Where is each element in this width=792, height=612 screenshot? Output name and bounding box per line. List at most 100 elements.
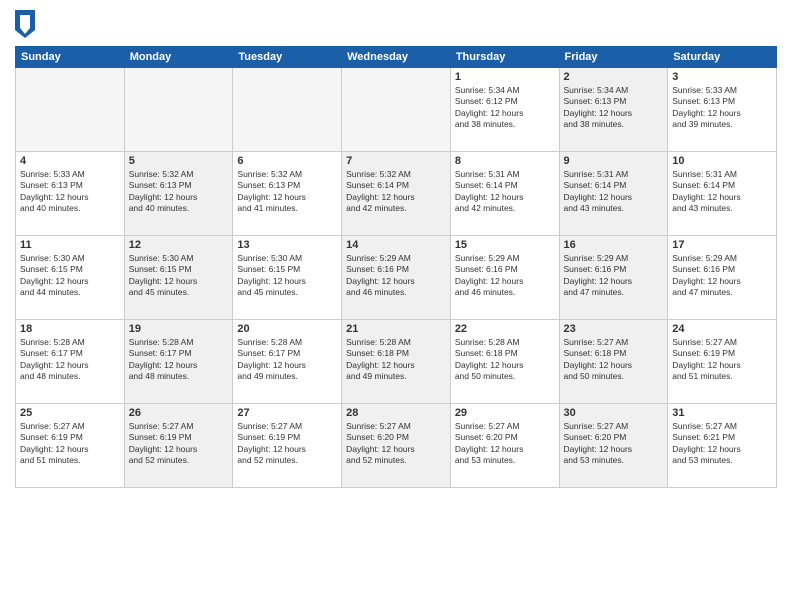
calendar-cell: 10 Sunrise: 5:31 AM Sunset: 6:14 PM Dayli…: [668, 152, 777, 236]
calendar-cell: 16 Sunrise: 5:29 AM Sunset: 6:16 PM Dayli…: [559, 236, 668, 320]
day-number: 10: [672, 155, 772, 167]
day-info: Sunrise: 5:34 AM Sunset: 6:12 PM Dayligh…: [455, 85, 555, 131]
day-number: 2: [564, 71, 664, 83]
week-row-3: 18 Sunrise: 5:28 AM Sunset: 6:17 PM Dayli…: [16, 320, 777, 404]
calendar-cell: 8 Sunrise: 5:31 AM Sunset: 6:14 PM Daylig…: [450, 152, 559, 236]
day-info: Sunrise: 5:29 AM Sunset: 6:16 PM Dayligh…: [672, 253, 772, 299]
calendar-cell: 1 Sunrise: 5:34 AM Sunset: 6:12 PM Daylig…: [450, 68, 559, 152]
day-number: 3: [672, 71, 772, 83]
calendar-cell: 22 Sunrise: 5:28 AM Sunset: 6:18 PM Dayli…: [450, 320, 559, 404]
day-info: Sunrise: 5:30 AM Sunset: 6:15 PM Dayligh…: [129, 253, 229, 299]
day-info: Sunrise: 5:31 AM Sunset: 6:14 PM Dayligh…: [455, 169, 555, 215]
calendar-cell: 30 Sunrise: 5:27 AM Sunset: 6:20 PM Dayli…: [559, 404, 668, 488]
header: [15, 10, 777, 38]
day-number: 15: [455, 239, 555, 251]
calendar-cell: 4Sunrise: 5:33 AM Sunset: 6:13 PM Daylig…: [16, 152, 125, 236]
page: SundayMondayTuesdayWednesdayThursdayFrid…: [0, 0, 792, 612]
day-number: 29: [455, 407, 555, 419]
day-number: 23: [564, 323, 664, 335]
week-row-4: 25Sunrise: 5:27 AM Sunset: 6:19 PM Dayli…: [16, 404, 777, 488]
day-number: 20: [237, 323, 337, 335]
day-number: 13: [237, 239, 337, 251]
calendar-cell: 7 Sunrise: 5:32 AM Sunset: 6:14 PM Daylig…: [342, 152, 451, 236]
day-number: 27: [237, 407, 337, 419]
calendar-cell: 5 Sunrise: 5:32 AM Sunset: 6:13 PM Daylig…: [124, 152, 233, 236]
calendar-cell: 17 Sunrise: 5:29 AM Sunset: 6:16 PM Dayli…: [668, 236, 777, 320]
day-number: 14: [346, 239, 446, 251]
calendar-cell: 27 Sunrise: 5:27 AM Sunset: 6:19 PM Dayli…: [233, 404, 342, 488]
week-row-2: 11 Sunrise: 5:30 AM Sunset: 6:15 PM Dayli…: [16, 236, 777, 320]
day-number: 1: [455, 71, 555, 83]
calendar-cell: 20 Sunrise: 5:28 AM Sunset: 6:17 PM Dayli…: [233, 320, 342, 404]
day-info: Sunrise: 5:27 AM Sunset: 6:19 PM Dayligh…: [129, 421, 229, 467]
day-info: Sunrise: 5:28 AM Sunset: 6:17 PM Dayligh…: [20, 337, 120, 383]
calendar-cell: 29 Sunrise: 5:27 AM Sunset: 6:20 PM Dayli…: [450, 404, 559, 488]
calendar-cell: 26 Sunrise: 5:27 AM Sunset: 6:19 PM Dayli…: [124, 404, 233, 488]
calendar-cell: 24 Sunrise: 5:27 AM Sunset: 6:19 PM Dayli…: [668, 320, 777, 404]
day-info: Sunrise: 5:27 AM Sunset: 6:20 PM Dayligh…: [564, 421, 664, 467]
day-info: Sunrise: 5:27 AM Sunset: 6:21 PM Dayligh…: [672, 421, 772, 467]
day-info: Sunrise: 5:28 AM Sunset: 6:18 PM Dayligh…: [455, 337, 555, 383]
day-number: 26: [129, 407, 229, 419]
day-number: 28: [346, 407, 446, 419]
day-info: Sunrise: 5:32 AM Sunset: 6:13 PM Dayligh…: [129, 169, 229, 215]
calendar-cell: 23 Sunrise: 5:27 AM Sunset: 6:18 PM Dayli…: [559, 320, 668, 404]
calendar-cell: [16, 68, 125, 152]
day-number: 12: [129, 239, 229, 251]
calendar-cell: 25Sunrise: 5:27 AM Sunset: 6:19 PM Dayli…: [16, 404, 125, 488]
calendar-cell: [342, 68, 451, 152]
calendar-cell: 9Sunrise: 5:31 AM Sunset: 6:14 PM Daylig…: [559, 152, 668, 236]
weekday-header-tuesday: Tuesday: [233, 47, 342, 68]
calendar-cell: 28Sunrise: 5:27 AM Sunset: 6:20 PM Dayli…: [342, 404, 451, 488]
day-info: Sunrise: 5:31 AM Sunset: 6:14 PM Dayligh…: [672, 169, 772, 215]
day-number: 30: [564, 407, 664, 419]
day-info: Sunrise: 5:30 AM Sunset: 6:15 PM Dayligh…: [20, 253, 120, 299]
weekday-header-saturday: Saturday: [668, 47, 777, 68]
day-info: Sunrise: 5:27 AM Sunset: 6:18 PM Dayligh…: [564, 337, 664, 383]
week-row-0: 1 Sunrise: 5:34 AM Sunset: 6:12 PM Daylig…: [16, 68, 777, 152]
calendar: SundayMondayTuesdayWednesdayThursdayFrid…: [15, 46, 777, 488]
calendar-cell: [233, 68, 342, 152]
week-row-1: 4Sunrise: 5:33 AM Sunset: 6:13 PM Daylig…: [16, 152, 777, 236]
day-info: Sunrise: 5:29 AM Sunset: 6:16 PM Dayligh…: [564, 253, 664, 299]
day-number: 17: [672, 239, 772, 251]
day-number: 22: [455, 323, 555, 335]
day-number: 8: [455, 155, 555, 167]
day-info: Sunrise: 5:27 AM Sunset: 6:20 PM Dayligh…: [455, 421, 555, 467]
day-info: Sunrise: 5:29 AM Sunset: 6:16 PM Dayligh…: [346, 253, 446, 299]
day-info: Sunrise: 5:31 AM Sunset: 6:14 PM Dayligh…: [564, 169, 664, 215]
day-number: 6: [237, 155, 337, 167]
calendar-cell: 11 Sunrise: 5:30 AM Sunset: 6:15 PM Dayli…: [16, 236, 125, 320]
weekday-header-thursday: Thursday: [450, 47, 559, 68]
day-info: Sunrise: 5:28 AM Sunset: 6:17 PM Dayligh…: [237, 337, 337, 383]
weekday-header-row: SundayMondayTuesdayWednesdayThursdayFrid…: [16, 47, 777, 68]
day-info: Sunrise: 5:32 AM Sunset: 6:14 PM Dayligh…: [346, 169, 446, 215]
day-number: 7: [346, 155, 446, 167]
day-info: Sunrise: 5:34 AM Sunset: 6:13 PM Dayligh…: [564, 85, 664, 131]
day-number: 16: [564, 239, 664, 251]
day-info: Sunrise: 5:30 AM Sunset: 6:15 PM Dayligh…: [237, 253, 337, 299]
day-info: Sunrise: 5:29 AM Sunset: 6:16 PM Dayligh…: [455, 253, 555, 299]
day-info: Sunrise: 5:28 AM Sunset: 6:18 PM Dayligh…: [346, 337, 446, 383]
weekday-header-monday: Monday: [124, 47, 233, 68]
weekday-header-friday: Friday: [559, 47, 668, 68]
day-info: Sunrise: 5:32 AM Sunset: 6:13 PM Dayligh…: [237, 169, 337, 215]
weekday-header-wednesday: Wednesday: [342, 47, 451, 68]
day-info: Sunrise: 5:27 AM Sunset: 6:19 PM Dayligh…: [672, 337, 772, 383]
day-number: 18: [20, 323, 120, 335]
day-number: 24: [672, 323, 772, 335]
day-number: 11: [20, 239, 120, 251]
calendar-cell: 31 Sunrise: 5:27 AM Sunset: 6:21 PM Dayli…: [668, 404, 777, 488]
day-number: 5: [129, 155, 229, 167]
calendar-cell: 13 Sunrise: 5:30 AM Sunset: 6:15 PM Dayli…: [233, 236, 342, 320]
calendar-cell: 14 Sunrise: 5:29 AM Sunset: 6:16 PM Dayli…: [342, 236, 451, 320]
calendar-cell: 18 Sunrise: 5:28 AM Sunset: 6:17 PM Dayli…: [16, 320, 125, 404]
day-number: 31: [672, 407, 772, 419]
day-info: Sunrise: 5:33 AM Sunset: 6:13 PM Dayligh…: [672, 85, 772, 131]
weekday-header-sunday: Sunday: [16, 47, 125, 68]
day-info: Sunrise: 5:27 AM Sunset: 6:19 PM Dayligh…: [237, 421, 337, 467]
logo: [15, 10, 37, 38]
calendar-cell: 21 Sunrise: 5:28 AM Sunset: 6:18 PM Dayli…: [342, 320, 451, 404]
day-number: 21: [346, 323, 446, 335]
calendar-cell: 19Sunrise: 5:28 AM Sunset: 6:17 PM Dayli…: [124, 320, 233, 404]
